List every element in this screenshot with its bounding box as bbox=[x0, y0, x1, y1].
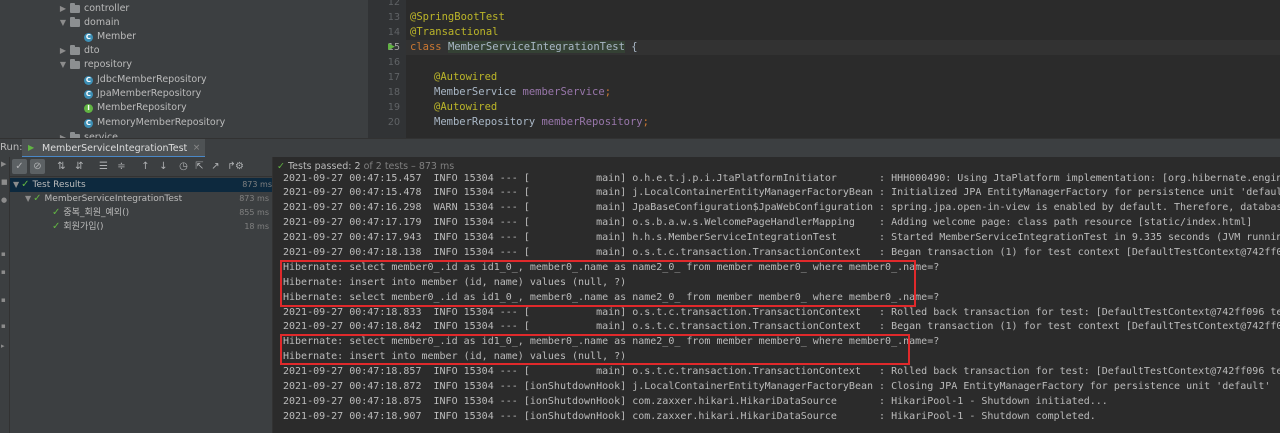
code-line: @SpringBootTest bbox=[410, 11, 505, 23]
folder-icon bbox=[70, 45, 80, 55]
test-results-tree: ▼ ✓ Test Results 873 ms ▼ ✓ MemberServiceInt… bbox=[10, 177, 275, 433]
code-line: MemberRepository memberRepository; bbox=[434, 116, 649, 128]
rerun-icon[interactable]: ▶ bbox=[1, 161, 8, 168]
interface-icon: I bbox=[84, 103, 93, 113]
check-icon: ✓ bbox=[21, 179, 30, 190]
check-icon: ✓ bbox=[52, 221, 61, 232]
tree-item-controller[interactable]: ▶ controller bbox=[58, 2, 129, 16]
line-number: 17 bbox=[387, 72, 400, 83]
code-editor[interactable]: 12 13 14 15 ▶ 16 17 18 19 20 @SpringBoot… bbox=[368, 0, 1280, 138]
gear-icon[interactable]: ⚙ bbox=[232, 159, 247, 174]
test-row-class[interactable]: ▼ ✓ MemberServiceIntegrationTest 873 ms bbox=[10, 192, 272, 206]
console-output[interactable]: ✓ Tests passed: 2 of 2 tests – 873 ms 202… bbox=[272, 157, 1280, 433]
expand-all-icon[interactable]: ☰ bbox=[96, 159, 111, 174]
tree-item-jdbc-member-repository[interactable]: C JdbcMemberRepository bbox=[84, 73, 207, 87]
line-gutter: 12 13 14 15 ▶ 16 17 18 19 20 bbox=[368, 0, 406, 138]
check-icon: ✓ bbox=[52, 207, 61, 218]
layout-icon[interactable]: ▪ bbox=[1, 297, 8, 304]
code-line-current: class MemberServiceIntegrationTest { bbox=[406, 40, 1280, 55]
code-line: @Autowired bbox=[434, 71, 498, 83]
line-number: 19 bbox=[387, 102, 400, 113]
chevron-down-icon[interactable]: ▼ bbox=[25, 194, 31, 203]
tree-item-dto[interactable]: ▶ dto bbox=[58, 44, 100, 58]
folder-icon bbox=[70, 17, 80, 27]
tree-item-member[interactable]: C Member bbox=[84, 30, 136, 44]
log-line: 2021-09-27 00:47:18.872 INFO 15304 --- [… bbox=[283, 381, 1271, 392]
run-tab-title: MemberServiceIntegrationTest bbox=[42, 143, 188, 154]
line-number: 20 bbox=[387, 117, 400, 128]
tree-item-service[interactable]: ▶ service bbox=[58, 131, 118, 138]
code-line: @Autowired bbox=[434, 101, 498, 113]
project-tree: ▶ controller ▼ domain C Member ▶ dto ▼ reposi… bbox=[0, 0, 368, 138]
code-line: MemberService memberService; bbox=[434, 86, 612, 98]
tree-item-memory-member-repository[interactable]: C MemoryMemberRepository bbox=[84, 116, 225, 130]
tree-item-domain[interactable]: ▼ domain bbox=[58, 16, 120, 30]
test-row-method[interactable]: ✓ 중복_회원_예외() 855 ms bbox=[10, 206, 272, 220]
tree-item-jpa-member-repository[interactable]: C JpaMemberRepository bbox=[84, 87, 201, 101]
run-window-header: Run: ▶ MemberServiceIntegrationTest × bbox=[0, 138, 1280, 159]
class-icon: C bbox=[84, 89, 93, 99]
side-toolbar: ▶ ■ ● ▪ ▪ ▪ ▪ ▸ bbox=[0, 157, 10, 433]
pin-tab-icon[interactable]: ▸ bbox=[1, 343, 8, 350]
history-icon[interactable]: ◷ bbox=[176, 159, 191, 174]
line-number: 16 bbox=[387, 57, 400, 68]
log-line: 2021-09-27 00:47:18.875 INFO 15304 --- [… bbox=[283, 396, 1108, 407]
log-line: 2021-09-27 00:47:15.478 INFO 15304 --- [… bbox=[283, 187, 1280, 198]
chevron-right-icon[interactable]: ▶ bbox=[58, 44, 68, 58]
pin-icon[interactable]: ▪ bbox=[1, 251, 8, 258]
log-line: 2021-09-27 00:47:15.457 INFO 15304 --- [… bbox=[283, 173, 1280, 184]
class-icon: C bbox=[84, 118, 93, 128]
code-line: @Transactional bbox=[410, 26, 499, 38]
export-icon[interactable]: ↗ bbox=[208, 159, 223, 174]
chevron-down-icon[interactable]: ▼ bbox=[13, 180, 19, 189]
test-row-method[interactable]: ✓ 회원가입() 18 ms bbox=[10, 220, 272, 234]
log-line: 2021-09-27 00:47:18.907 INFO 15304 --- [… bbox=[283, 411, 1096, 422]
run-icon: ▶ bbox=[28, 143, 35, 152]
log-line: 2021-09-27 00:47:17.943 INFO 15304 --- [… bbox=[283, 232, 1280, 243]
log-line: 2021-09-27 00:47:18.138 INFO 15304 --- [… bbox=[283, 247, 1280, 258]
chevron-down-icon[interactable]: ▼ bbox=[58, 58, 68, 72]
chevron-right-icon[interactable]: ▶ bbox=[58, 2, 68, 16]
highlight-box-first-test bbox=[280, 260, 916, 307]
close-icon[interactable]: × bbox=[193, 139, 201, 158]
log-line: 2021-09-27 00:47:17.179 INFO 15304 --- [… bbox=[283, 217, 1253, 228]
show-passed-icon[interactable]: ✓ bbox=[12, 159, 27, 174]
show-ignored-icon[interactable]: ⊘ bbox=[30, 159, 45, 174]
tree-item-repository[interactable]: ▼ repository bbox=[58, 58, 132, 72]
test-row-results[interactable]: ▼ ✓ Test Results 873 ms bbox=[10, 178, 275, 192]
folder-icon bbox=[70, 59, 80, 69]
stop-icon[interactable]: ■ bbox=[1, 179, 8, 186]
line-number: 14 bbox=[387, 27, 400, 38]
previous-icon[interactable]: ↑ bbox=[138, 159, 153, 174]
grid-icon[interactable]: ▪ bbox=[1, 323, 8, 330]
check-icon: ✓ bbox=[33, 193, 42, 204]
run-label: Run: bbox=[0, 142, 23, 153]
tree-item-member-repository[interactable]: I MemberRepository bbox=[84, 101, 187, 115]
test-toolbar: ✓ ⊘ ⇅ ⇵ ☰ ≑ ↑ ↓ ◷ ⇱ ↗ ↱ ⚙ bbox=[10, 157, 272, 177]
line-number: 13 bbox=[387, 12, 400, 23]
line-number: 18 bbox=[387, 87, 400, 98]
log-line: 2021-09-27 00:47:16.298 WARN 15304 --- [… bbox=[283, 202, 1280, 213]
folder-icon bbox=[70, 3, 80, 13]
sort-duration-icon[interactable]: ⇵ bbox=[72, 159, 87, 174]
chevron-right-icon[interactable]: ▶ bbox=[58, 131, 68, 138]
highlight-box-second-test bbox=[280, 334, 910, 365]
class-icon: C bbox=[84, 32, 93, 42]
log-line: 2021-09-27 00:47:18.842 INFO 15304 --- [… bbox=[283, 321, 1280, 332]
sort-alpha-icon[interactable]: ⇅ bbox=[54, 159, 69, 174]
chevron-down-icon[interactable]: ▼ bbox=[58, 16, 68, 30]
next-icon[interactable]: ↓ bbox=[156, 159, 171, 174]
debug-icon[interactable]: ● bbox=[1, 197, 8, 204]
log-line: 2021-09-27 00:47:18.857 INFO 15304 --- [… bbox=[283, 366, 1280, 377]
class-icon: C bbox=[84, 75, 93, 85]
line-number: 12 bbox=[387, 0, 400, 8]
collapse-all-icon[interactable]: ≑ bbox=[114, 159, 129, 174]
import-icon[interactable]: ⇱ bbox=[192, 159, 207, 174]
log-line: 2021-09-27 00:47:18.833 INFO 15304 --- [… bbox=[283, 307, 1280, 318]
settings-icon[interactable]: ▪ bbox=[1, 269, 8, 276]
run-icon[interactable]: ▶ bbox=[388, 42, 398, 52]
run-tab[interactable]: ▶ MemberServiceIntegrationTest × bbox=[22, 139, 206, 158]
